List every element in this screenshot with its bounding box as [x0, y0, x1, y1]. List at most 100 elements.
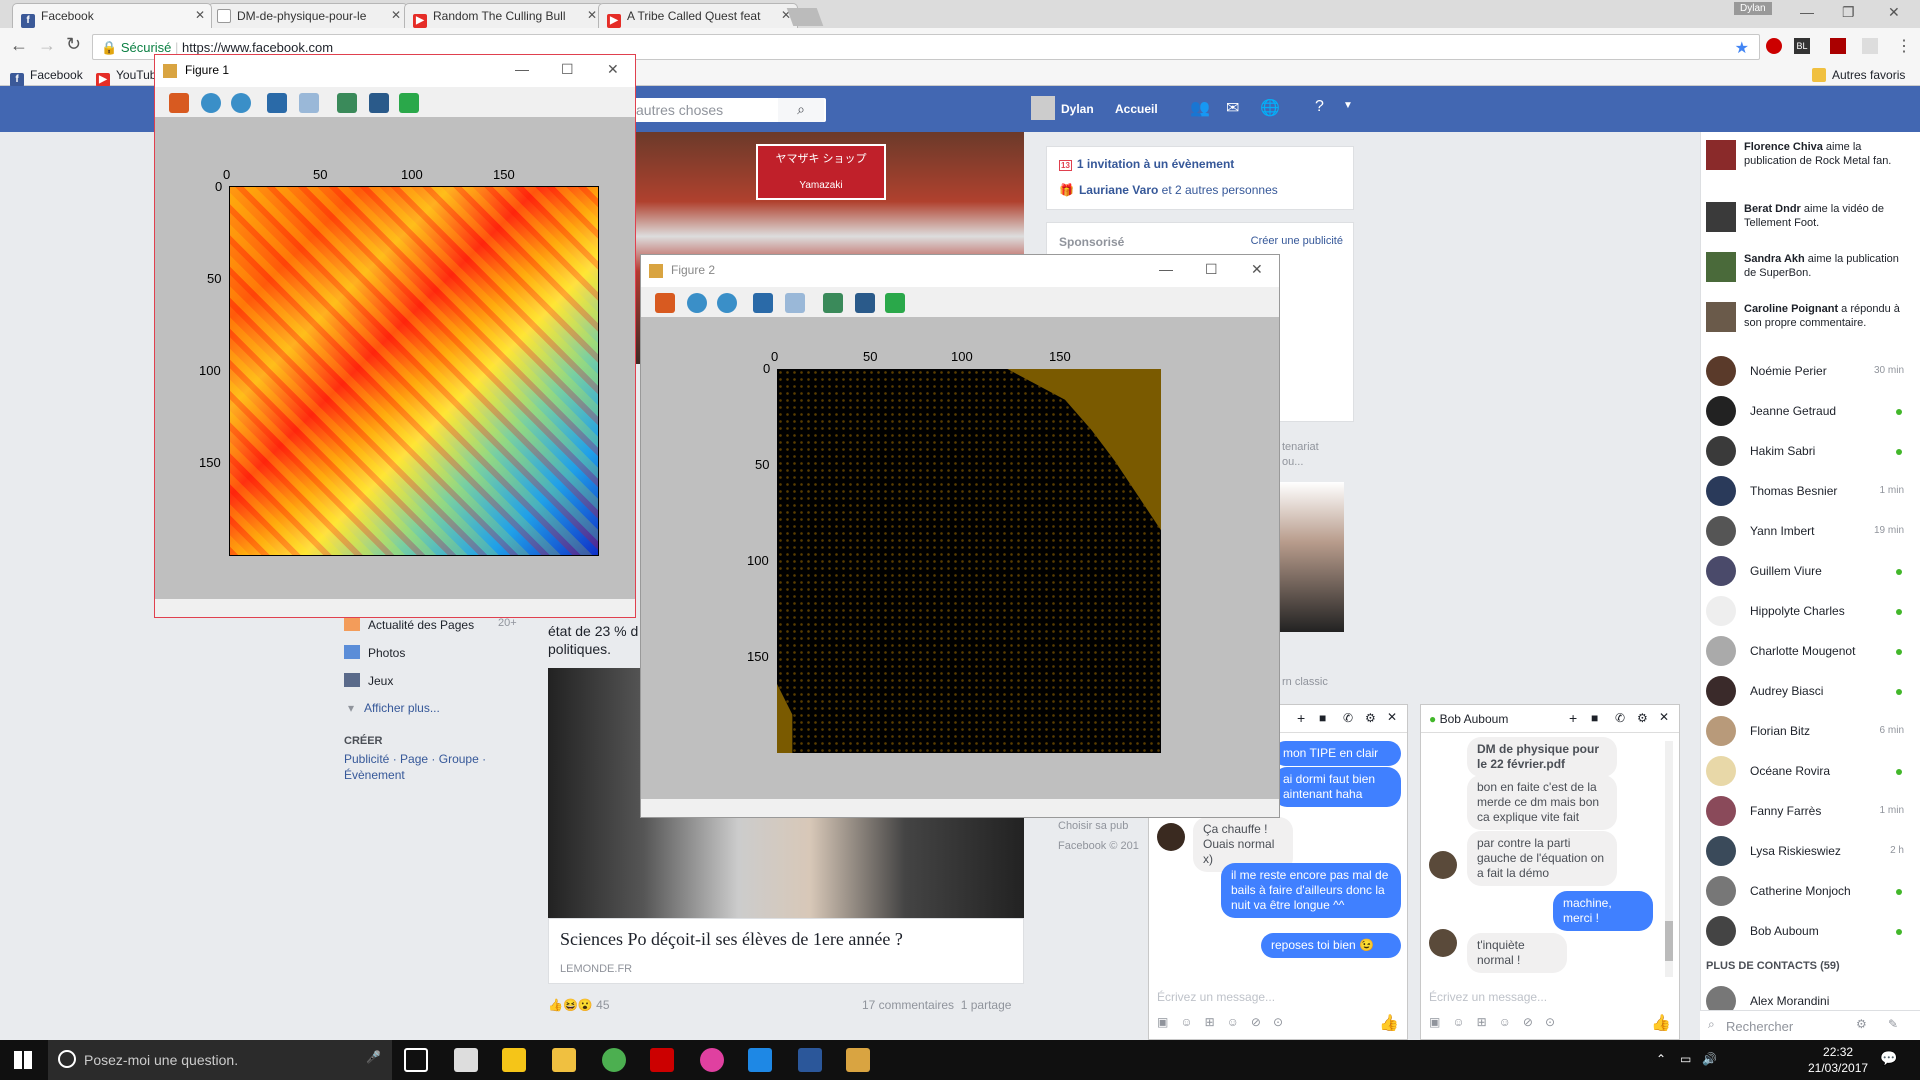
profile-name[interactable]: Dylan	[1061, 102, 1094, 116]
contact-item[interactable]: Audrey Biasci	[1706, 676, 1916, 710]
reload-icon[interactable]: ↻	[66, 34, 81, 55]
create-ad-link[interactable]: Publicité	[344, 752, 389, 766]
forward-arrow-icon[interactable]	[717, 293, 737, 313]
contact-item[interactable]: Charlotte Mougenot	[1706, 636, 1916, 670]
thumbs-up-icon[interactable]: 👍	[1379, 1013, 1399, 1033]
ad-image[interactable]	[1280, 482, 1344, 632]
chat-title[interactable]: ● Bob Auboum	[1429, 712, 1508, 726]
chrome-icon[interactable]	[602, 1048, 626, 1072]
tab-facebook[interactable]: f Facebook ✕	[12, 3, 212, 28]
gear-icon[interactable]: ⚙	[1365, 711, 1376, 725]
close-icon[interactable]: ✕	[1251, 261, 1263, 278]
close-tab-icon[interactable]: ✕	[391, 8, 401, 22]
chevron-up-icon[interactable]: ⌃	[1656, 1052, 1666, 1066]
show-more-link[interactable]: ▾ Afficher plus...	[344, 701, 504, 729]
extension-icon[interactable]	[1766, 38, 1782, 54]
close-icon[interactable]: ✕	[1659, 710, 1669, 724]
back-arrow-icon[interactable]	[687, 293, 707, 313]
create-group-link[interactable]: Groupe	[439, 752, 479, 766]
profile-badge[interactable]: Dylan	[1734, 2, 1772, 15]
extension-bl-icon[interactable]: BL	[1794, 38, 1810, 54]
acrobat-icon[interactable]	[650, 1048, 674, 1072]
checkmark-icon[interactable]	[399, 93, 419, 113]
contact-item[interactable]: Catherine Monjoch	[1706, 876, 1916, 910]
minimize-icon[interactable]: —	[515, 61, 529, 77]
restore-icon[interactable]: ❐	[1842, 4, 1855, 21]
phone-icon[interactable]: ✆	[1343, 711, 1353, 725]
contact-item[interactable]: Yann Imbert 19 min	[1706, 516, 1916, 550]
close-tab-icon[interactable]: ✕	[195, 8, 205, 22]
gear-icon[interactable]: ⚙	[1637, 711, 1648, 725]
tab-tribe-called-quest[interactable]: ▶ A Tribe Called Quest feat ✕	[598, 3, 798, 28]
close-icon[interactable]: ✕	[1888, 4, 1900, 21]
notifications-icon[interactable]: 💬	[1880, 1050, 1897, 1067]
gear-icon[interactable]: ⚙	[1856, 1017, 1867, 1031]
reactions-row[interactable]: 👍😆😮 45	[548, 998, 610, 1012]
bookmark-star-icon[interactable]: ★	[1735, 38, 1749, 58]
close-icon[interactable]: ✕	[1387, 710, 1397, 724]
forward-icon[interactable]: →	[38, 35, 56, 56]
word-icon[interactable]	[798, 1048, 822, 1072]
globe-icon[interactable]: 🌐	[1260, 98, 1280, 118]
ticker-item[interactable]: Florence Chiva aime la publication de Ro…	[1704, 138, 1914, 188]
zoom-icon[interactable]	[299, 93, 319, 113]
comment-count[interactable]: 17 commentaires 1 partage	[862, 998, 1011, 1012]
create-ad-link[interactable]: Créer une publicité	[1251, 235, 1343, 247]
nav-item-games[interactable]: Jeux	[344, 673, 504, 701]
minimize-icon[interactable]: —	[1159, 261, 1173, 277]
save-icon[interactable]	[855, 293, 875, 313]
pan-icon[interactable]	[753, 293, 773, 313]
extension-icon[interactable]	[1862, 38, 1878, 54]
volume-icon[interactable]: 🔊	[1702, 1052, 1717, 1066]
contact-item[interactable]: Océane Rovira	[1706, 756, 1916, 790]
close-icon[interactable]: ✕	[607, 61, 619, 78]
contact-search[interactable]: ⌕ Rechercher ⚙ ✎	[1700, 1010, 1920, 1040]
zoom-icon[interactable]	[785, 293, 805, 313]
add-icon[interactable]: +	[1297, 710, 1305, 726]
article-card[interactable]: Sciences Po déçoit-il ses élèves de 1ere…	[548, 918, 1024, 984]
new-tab-button[interactable]	[786, 8, 824, 26]
chat-tools-icon[interactable]: ▣☺⊞☺⊘⊙	[1429, 1015, 1567, 1029]
microphone-icon[interactable]: 🎤	[366, 1050, 381, 1064]
bookmark-facebook[interactable]: f Facebook	[10, 68, 83, 87]
maximize-icon[interactable]: ☐	[561, 61, 574, 78]
back-icon[interactable]: ←	[10, 35, 28, 56]
contact-item[interactable]: Fanny Farrès 1 min	[1706, 796, 1916, 830]
search-icon[interactable]: ⌕	[778, 98, 824, 122]
video-icon[interactable]: ■	[1319, 711, 1326, 725]
friends-icon[interactable]: 👥	[1190, 98, 1210, 118]
task-view-icon[interactable]	[404, 1048, 428, 1072]
home-link[interactable]: Accueil	[1115, 102, 1158, 116]
save-icon[interactable]	[369, 93, 389, 113]
close-tab-icon[interactable]: ✕	[587, 8, 597, 22]
contact-item[interactable]: Florian Bitz 6 min	[1706, 716, 1916, 750]
chat-tools-icon[interactable]: ▣☺⊞☺⊘⊙	[1157, 1015, 1295, 1029]
other-bookmarks[interactable]: Autres favoris	[1812, 68, 1905, 82]
checkmark-icon[interactable]	[885, 293, 905, 313]
contact-item[interactable]: Hippolyte Charles	[1706, 596, 1916, 630]
contact-item[interactable]: Hakim Sabri	[1706, 436, 1916, 470]
home-icon[interactable]	[655, 293, 675, 313]
ticker-item[interactable]: Caroline Poignant a répondu à son propre…	[1704, 300, 1914, 350]
maximize-icon[interactable]: ☐	[1205, 261, 1218, 278]
help-icon[interactable]: ?	[1315, 98, 1324, 116]
configure-icon[interactable]	[823, 293, 843, 313]
chevron-down-icon[interactable]: ▼	[1343, 100, 1353, 111]
phone-icon[interactable]: ✆	[1615, 711, 1625, 725]
tab-dm-physique[interactable]: DM-de-physique-pour-le ✕	[208, 3, 408, 28]
contact-item[interactable]: Noémie Perier 30 min	[1706, 356, 1916, 390]
file-attachment[interactable]: DM de physique pour le 22 février.pdf	[1467, 737, 1617, 777]
add-icon[interactable]: +	[1569, 710, 1577, 726]
configure-icon[interactable]	[337, 93, 357, 113]
contact-item[interactable]: Bob Auboum	[1706, 916, 1916, 950]
thumbs-up-icon[interactable]: 👍	[1651, 1013, 1671, 1033]
contact-item[interactable]: Thomas Besnier 1 min	[1706, 476, 1916, 510]
cortana-search[interactable]: Posez-moi une question. 🎤	[48, 1040, 392, 1080]
scrollbar[interactable]	[1665, 741, 1673, 977]
chat-input[interactable]: Écrivez un message...	[1157, 990, 1275, 1004]
contact-item[interactable]: Lysa Riskieswiez 2 h	[1706, 836, 1916, 870]
nav-item-photos[interactable]: Photos	[344, 645, 504, 673]
create-page-link[interactable]: Page	[400, 752, 428, 766]
pan-icon[interactable]	[267, 93, 287, 113]
home-icon[interactable]	[169, 93, 189, 113]
